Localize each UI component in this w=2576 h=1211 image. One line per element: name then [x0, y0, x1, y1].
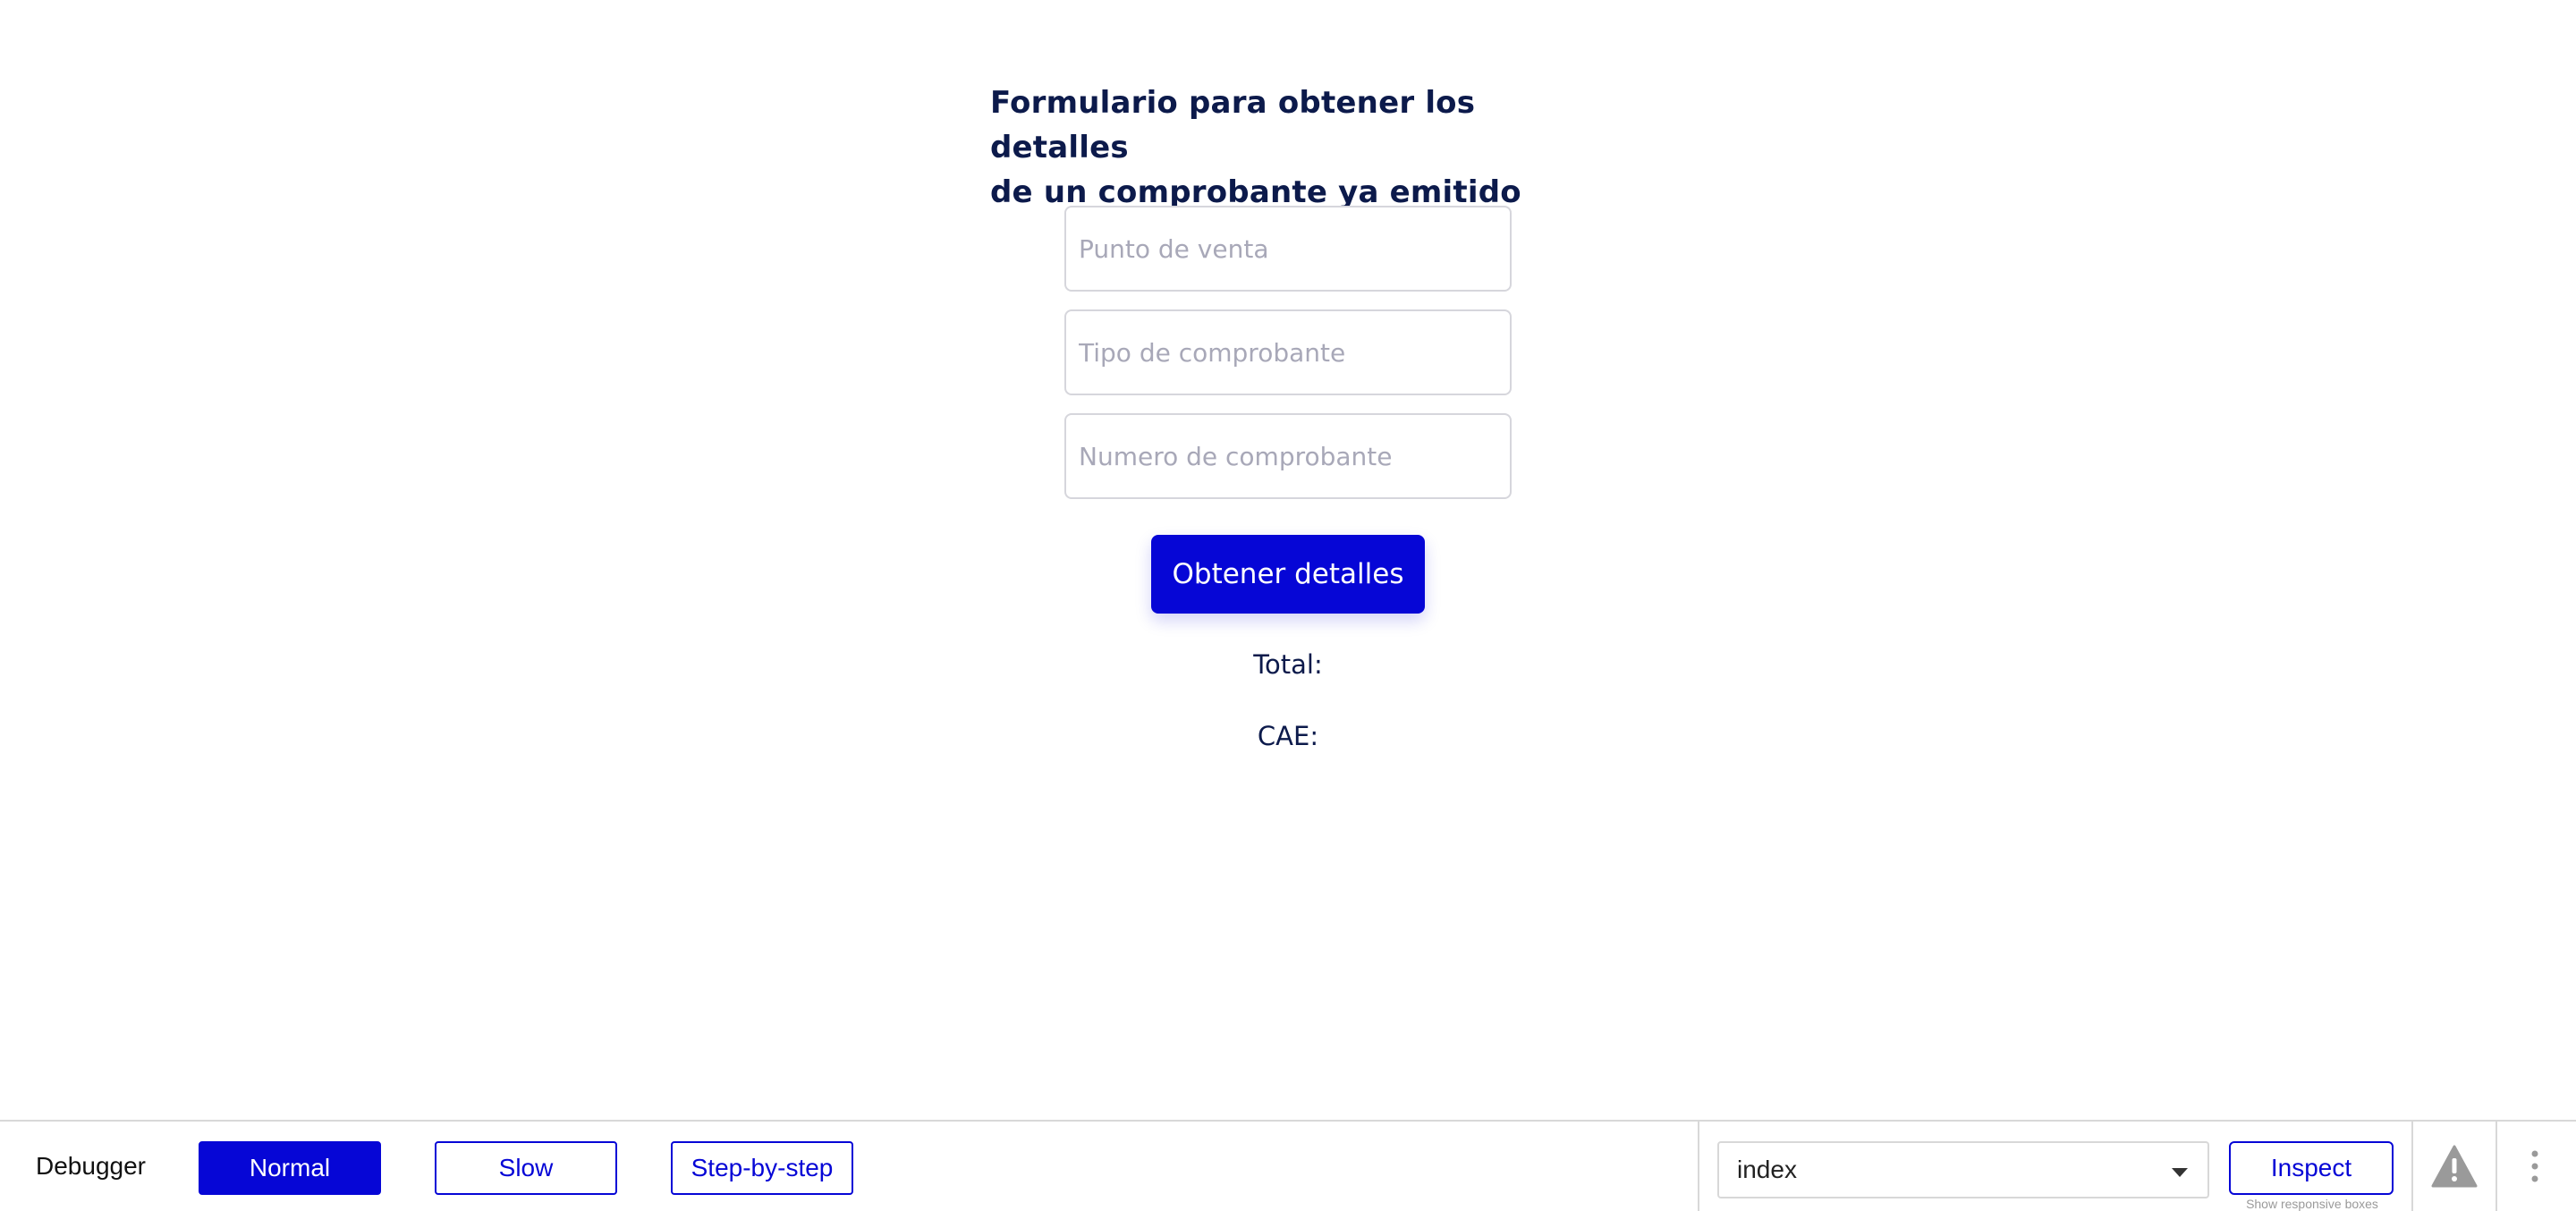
obtener-detalles-button[interactable]: Obtener detalles	[1151, 535, 1425, 614]
form-title-line1: Formulario para obtener los detalles	[990, 85, 1476, 165]
mode-step-by-step-button[interactable]: Step-by-step	[671, 1141, 853, 1195]
page-select-value: index	[1737, 1156, 1797, 1183]
inspect-button[interactable]: Inspect	[2229, 1141, 2394, 1195]
mode-slow-button[interactable]: Slow	[435, 1141, 617, 1195]
tipo-de-comprobante-input[interactable]	[1064, 309, 1512, 395]
divider	[2496, 1122, 2497, 1211]
debugger-bar: Debugger Normal Slow Step-by-step index …	[0, 1120, 2576, 1211]
warning-triangle-icon[interactable]	[2431, 1145, 2478, 1188]
total-label: Total:	[1253, 649, 1323, 680]
mode-normal-button[interactable]: Normal	[199, 1141, 381, 1195]
punto-de-venta-input[interactable]	[1064, 206, 1512, 292]
page-select[interactable]: index	[1717, 1141, 2209, 1198]
more-vertical-icon[interactable]	[2528, 1145, 2542, 1188]
chevron-down-icon	[2172, 1168, 2188, 1177]
cae-label: CAE:	[1257, 721, 1319, 751]
divider	[2411, 1122, 2413, 1211]
numero-de-comprobante-input[interactable]	[1064, 413, 1512, 499]
responsive-boxes-hint[interactable]: Show responsive boxes	[2200, 1197, 2424, 1211]
form-title-block: Formulario para obtener los detalles de …	[990, 80, 1586, 215]
divider	[1698, 1122, 1699, 1211]
debugger-label: Debugger	[36, 1152, 146, 1180]
